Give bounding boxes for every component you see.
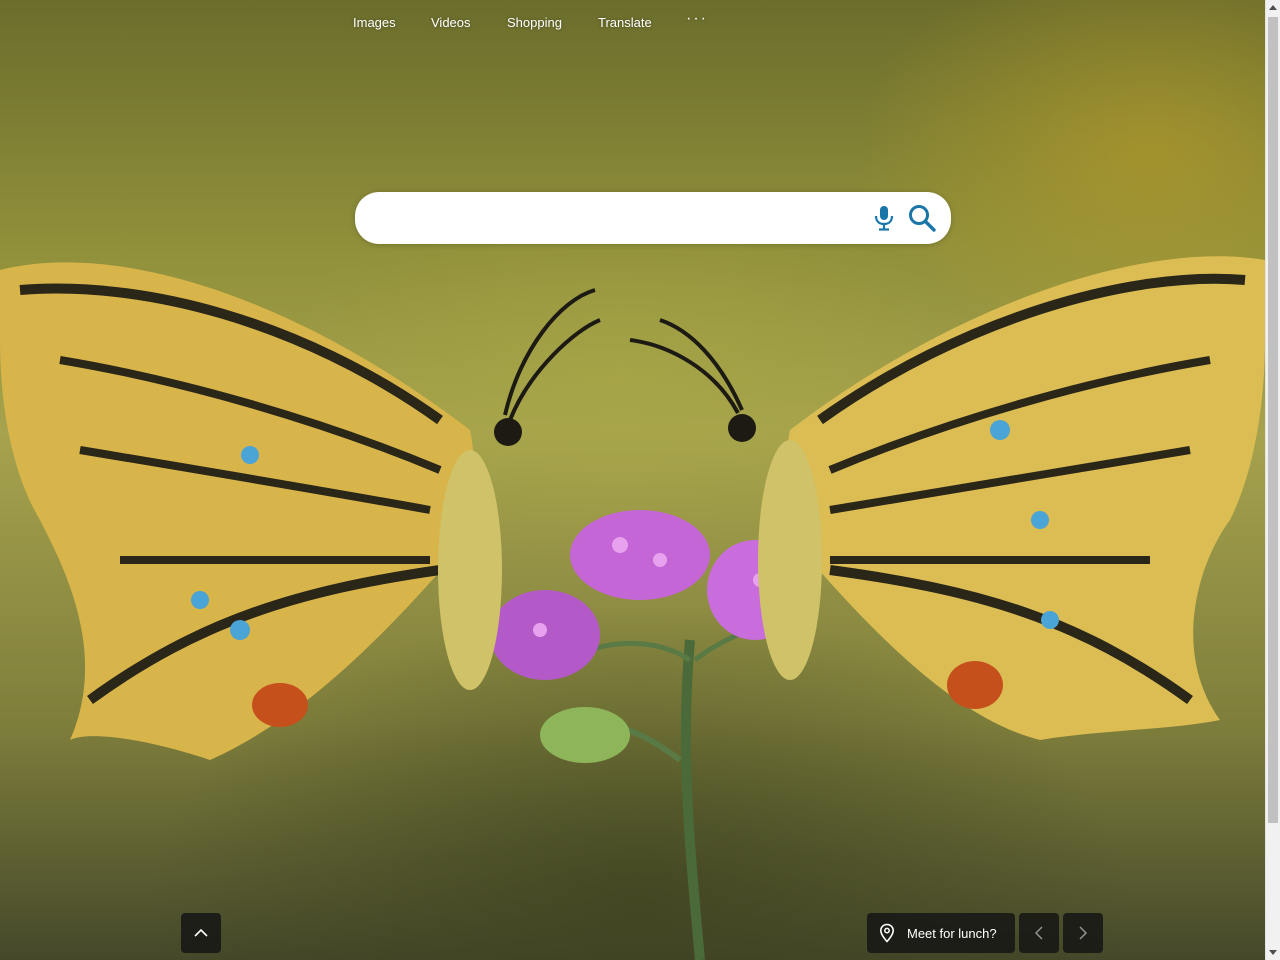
- scrollbar-thumb[interactable]: [1268, 17, 1278, 823]
- nav-images-link[interactable]: Images: [353, 15, 396, 30]
- top-navigation: Images Videos Shopping Translate ···: [0, 0, 1265, 46]
- scroll-down-arrow-icon[interactable]: [1269, 950, 1277, 955]
- search-icon: [909, 205, 936, 232]
- chevron-left-icon: [1035, 926, 1043, 940]
- chevron-right-icon: [1079, 926, 1087, 940]
- scroll-up-button[interactable]: [181, 913, 221, 953]
- image-caption-text: Meet for lunch?: [907, 925, 997, 941]
- voice-search-button[interactable]: [872, 204, 896, 232]
- nav-videos-link[interactable]: Videos: [431, 15, 471, 30]
- chevron-up-icon: [194, 928, 208, 937]
- nav-translate-link[interactable]: Translate: [598, 15, 652, 30]
- search-input[interactable]: [377, 202, 861, 236]
- microphone-icon: [874, 206, 894, 231]
- nav-shopping-link[interactable]: Shopping: [507, 15, 562, 30]
- next-image-button[interactable]: [1063, 913, 1103, 953]
- scroll-up-arrow-icon[interactable]: [1269, 5, 1277, 10]
- search-box: [355, 192, 951, 244]
- vertical-scrollbar[interactable]: [1265, 0, 1280, 960]
- background-image: [0, 0, 1265, 960]
- previous-image-button[interactable]: [1019, 913, 1059, 953]
- location-pin-icon: [879, 923, 895, 943]
- image-caption-button[interactable]: Meet for lunch?: [867, 913, 1015, 953]
- more-menu-button[interactable]: ···: [686, 10, 708, 28]
- search-submit-button[interactable]: [906, 202, 938, 234]
- butterflies-illustration: [0, 256, 1265, 960]
